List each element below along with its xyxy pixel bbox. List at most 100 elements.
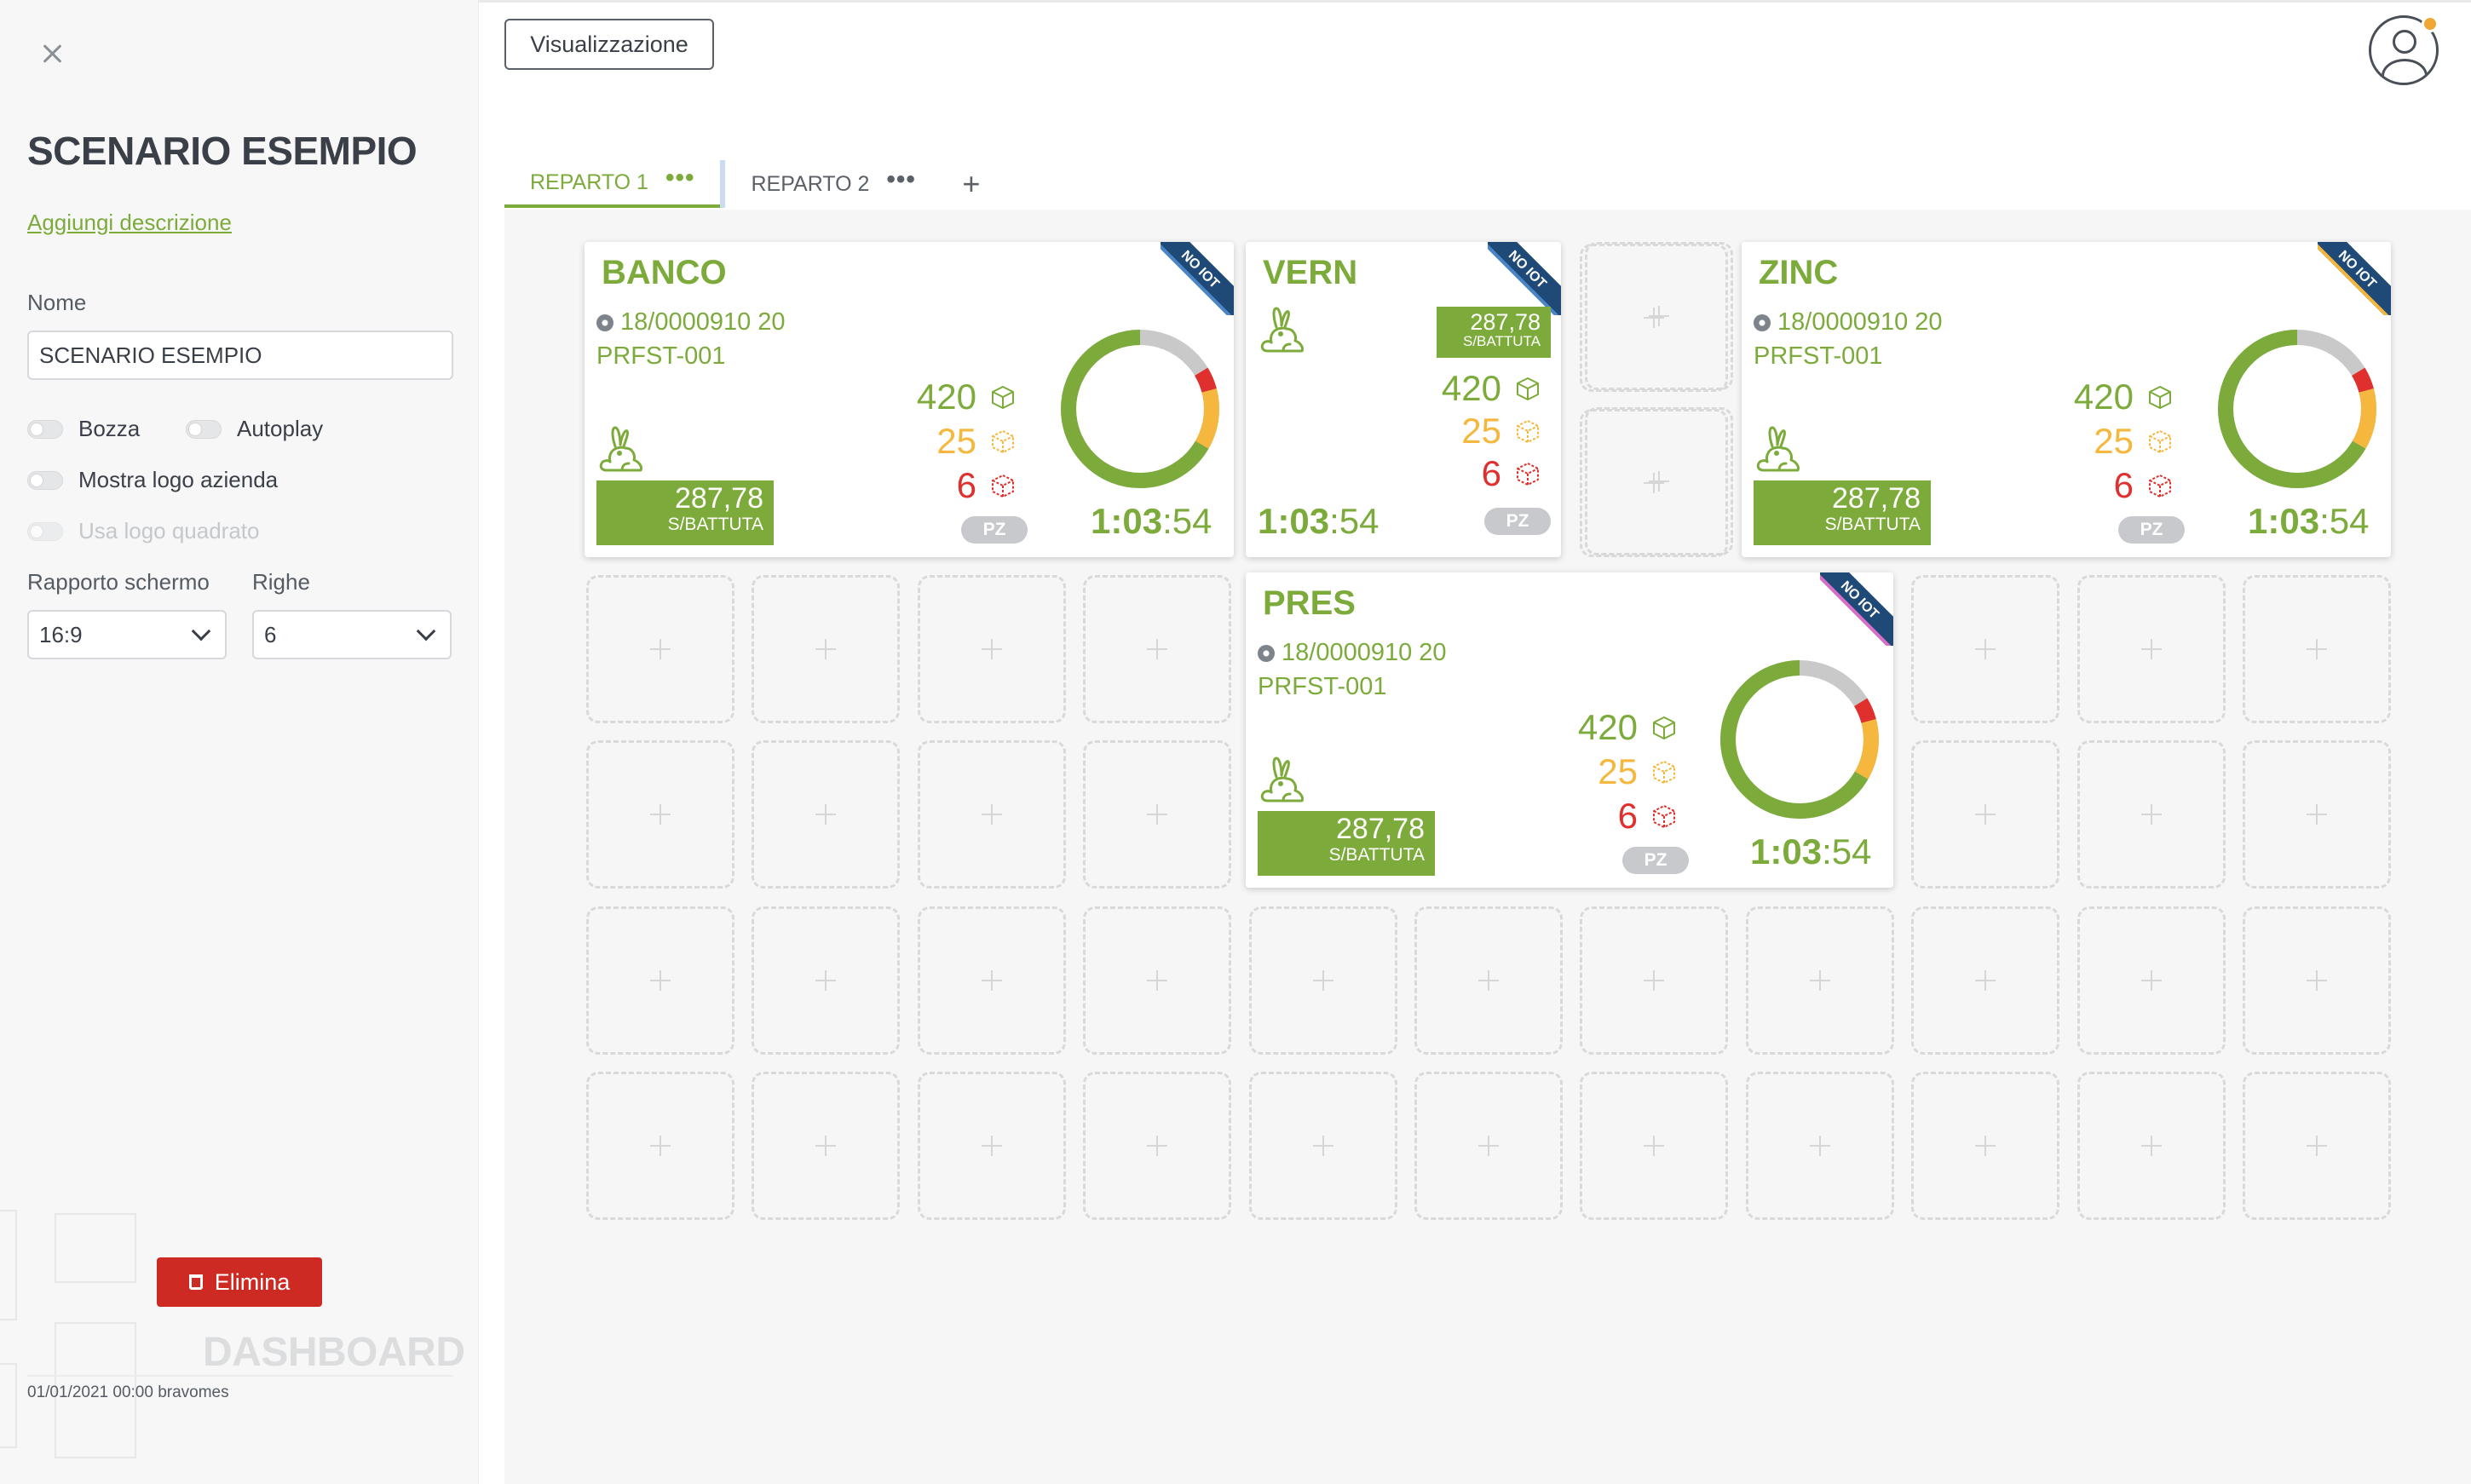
empty-slot-add-widget[interactable] — [752, 906, 901, 1055]
elapsed-timer: 1:03:54 — [1091, 501, 1212, 542]
empty-slot-add-widget[interactable] — [1911, 740, 2060, 889]
empty-slot-add-widget[interactable] — [1083, 1072, 1232, 1220]
watermark-decoration — [0, 1363, 17, 1448]
autoplay-switch[interactable] — [186, 419, 222, 439]
view-button[interactable]: Visualizzazione — [504, 19, 714, 70]
warning-count: 25 — [891, 421, 1016, 462]
tab-label: REPARTO 1 — [530, 170, 648, 194]
empty-slot-add-widget[interactable] — [752, 574, 901, 723]
autoplay-toggle[interactable]: Autoplay — [186, 416, 323, 442]
empty-slot-add-widget[interactable] — [1083, 906, 1232, 1055]
empty-slot-add-widget[interactable] — [1911, 1072, 2060, 1220]
machine-card-zinc[interactable]: NO IOT ZINC 18/0000910 20 PRFST-001 287,… — [1742, 242, 2391, 557]
scrap-count: 6 — [891, 465, 1016, 506]
tab-reparto-1[interactable]: REPARTO 1 ••• — [504, 160, 721, 208]
progress-donut — [1716, 656, 1883, 823]
empty-slot-add-widget[interactable] — [1580, 906, 1729, 1055]
add-tab-button[interactable]: + — [942, 160, 1001, 208]
empty-slot-add-widget[interactable] — [752, 740, 901, 889]
cycle-time-box: 287,78 S/BATTUTA — [1258, 811, 1435, 876]
avatar-body — [2382, 59, 2428, 83]
machine-card-pres[interactable]: NO IOT PRES 18/0000910 20 PRFST-001 287,… — [1246, 572, 1893, 888]
empty-slot-add-widget[interactable] — [1745, 1072, 1894, 1220]
draft-switch[interactable] — [27, 419, 63, 439]
empty-slot-add-widget[interactable] — [2243, 906, 2391, 1055]
empty-slot-add-widget[interactable] — [1585, 242, 1733, 390]
empty-slot-add-widget[interactable] — [1248, 906, 1397, 1055]
empty-slot-add-widget[interactable] — [2243, 1072, 2391, 1220]
more-icon[interactable]: ••• — [886, 167, 916, 193]
tab-reparto-2[interactable]: REPARTO 2 ••• — [725, 160, 941, 208]
warning-count-value: 25 — [2094, 421, 2134, 461]
show-logo-switch[interactable] — [27, 470, 63, 490]
progress-donut — [1057, 325, 1224, 492]
part-code: PRFST-001 — [596, 342, 726, 370]
settings-sidebar: SCENARIO ESEMPIO Aggiungi descrizione No… — [0, 0, 479, 1484]
rows-select[interactable]: 6 — [252, 610, 452, 659]
name-field[interactable] — [27, 331, 453, 380]
close-icon[interactable] — [37, 39, 66, 68]
warning-count: 25 — [1408, 411, 1541, 452]
empty-slot-add-widget[interactable] — [1911, 574, 2060, 723]
empty-slot-add-widget[interactable] — [1745, 906, 1894, 1055]
empty-slot-add-widget[interactable] — [1580, 1072, 1729, 1220]
autoplay-label: Autoplay — [237, 416, 324, 441]
order-number: 18/0000910 20 — [1258, 639, 1447, 667]
empty-slot-add-widget[interactable] — [917, 906, 1066, 1055]
cube-warning-icon — [1651, 759, 1677, 785]
draft-toggle[interactable]: Bozza — [27, 416, 140, 442]
ribbon-band: NO IOT — [2318, 242, 2391, 315]
good-count-value: 420 — [2073, 377, 2134, 417]
delete-button[interactable]: Elimina — [157, 1257, 322, 1307]
show-logo-toggle[interactable]: Mostra logo azienda — [27, 467, 278, 493]
show-logo-label: Mostra logo azienda — [78, 467, 279, 492]
warning-count: 25 — [2048, 421, 2173, 462]
empty-slot-add-widget[interactable] — [1585, 407, 1733, 555]
empty-slot-add-widget[interactable] — [917, 574, 1066, 723]
empty-slot-add-widget[interactable] — [2076, 740, 2226, 889]
empty-slot-add-widget[interactable] — [1911, 906, 2060, 1055]
order-number: 18/0000910 20 — [1754, 308, 1943, 336]
empty-slot-add-widget[interactable] — [586, 574, 734, 723]
empty-slot-add-widget[interactable] — [917, 740, 1066, 889]
cycle-time-unit: S/BATTUTA — [667, 514, 763, 534]
empty-slot-add-widget[interactable] — [1083, 574, 1232, 723]
empty-slot-add-widget[interactable] — [1414, 906, 1563, 1055]
empty-slot-add-widget[interactable] — [586, 740, 734, 889]
elapsed-timer: 1:03:54 — [1258, 501, 1379, 542]
empty-slot-add-widget[interactable] — [2076, 1072, 2226, 1220]
more-icon[interactable]: ••• — [665, 165, 695, 191]
machine-card-vern[interactable]: NO IOT VERN 287,78 S/BATTUTA 420 25 6 1:… — [1246, 242, 1561, 557]
scrap-count-value: 6 — [2113, 465, 2134, 505]
scrap-count: 6 — [2048, 465, 2173, 506]
add-description-link[interactable]: Aggiungi descrizione — [27, 210, 232, 236]
machine-card-banco[interactable]: NO IOT BANCO 18/0000910 20 PRFST-001 287… — [585, 242, 1234, 557]
empty-slot-add-widget[interactable] — [2243, 574, 2391, 723]
empty-slot-add-widget[interactable] — [1414, 1072, 1563, 1220]
order-text: 18/0000910 20 — [1777, 308, 1943, 336]
unit-badge: PZ — [961, 516, 1028, 544]
machine-name: BANCO — [602, 254, 727, 291]
no-iot-ribbon: NO IOT — [2318, 242, 2391, 315]
empty-slot-add-widget[interactable] — [2076, 574, 2226, 723]
empty-slot-add-widget[interactable] — [917, 1072, 1066, 1220]
empty-slot-add-widget[interactable] — [586, 1072, 734, 1220]
empty-slot-add-widget[interactable] — [1083, 740, 1232, 889]
good-count: 420 — [1408, 368, 1541, 409]
cube-scrap-icon — [2147, 473, 2173, 498]
rows-value: 6 — [264, 621, 277, 647]
ratio-select[interactable]: 16:9 — [27, 610, 227, 659]
avatar-head — [2393, 30, 2416, 54]
empty-slot-add-widget[interactable] — [2076, 906, 2226, 1055]
cycle-time-value: 287,78 — [675, 482, 763, 515]
unit-badge: PZ — [2118, 516, 2185, 544]
scrap-count-value: 6 — [1617, 796, 1638, 836]
rabbit-speed-icon — [1754, 424, 1808, 475]
empty-slot-add-widget[interactable] — [752, 1072, 901, 1220]
timer-main: 1:03 — [1750, 831, 1823, 871]
ribbon-band: NO IOT — [1488, 242, 1561, 315]
empty-slot-add-widget[interactable] — [586, 906, 734, 1055]
empty-slot-add-widget[interactable] — [1248, 1072, 1397, 1220]
empty-slot-add-widget[interactable] — [2243, 740, 2391, 889]
good-count-value: 420 — [1441, 368, 1501, 408]
